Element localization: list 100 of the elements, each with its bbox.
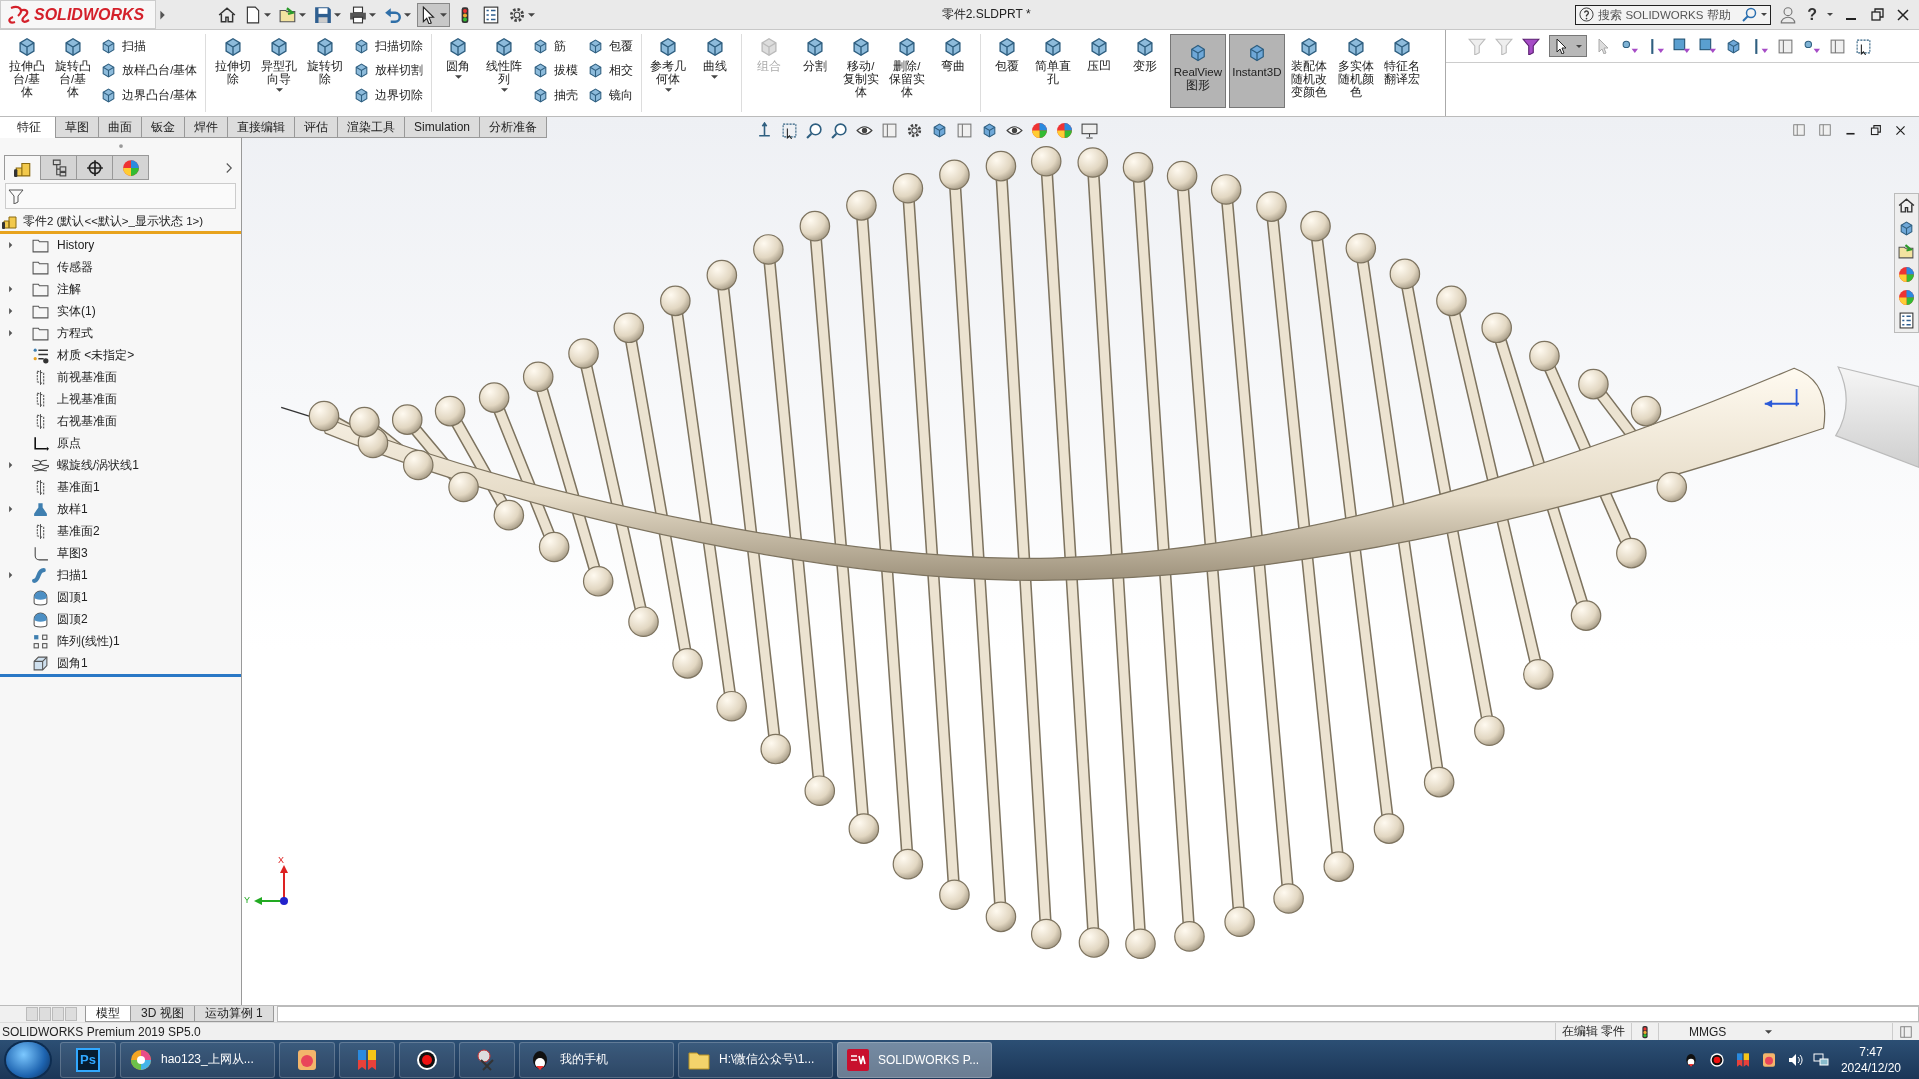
view-tool-icon[interactable]	[1081, 121, 1099, 139]
cursor-icon[interactable]	[420, 5, 438, 24]
help-button[interactable]: ?	[1807, 5, 1817, 24]
panel-tab[interactable]	[4, 155, 41, 180]
search-field[interactable]: 搜索 SOLIDWORKS 帮助	[1575, 4, 1772, 25]
close-icon[interactable]	[1894, 123, 1907, 137]
user-icon[interactable]	[1779, 5, 1798, 24]
caret-icon[interactable]	[711, 75, 718, 79]
tree-item[interactable]: 右视基准面	[57, 412, 117, 430]
caret-icon[interactable]	[440, 12, 447, 17]
ribbon-button[interactable]: 变形	[1123, 34, 1167, 108]
new-document-icon[interactable]	[244, 5, 262, 24]
view-tool-icon[interactable]	[781, 121, 799, 139]
taskbar-button[interactable]: Ps	[60, 1041, 116, 1078]
ribbon-button[interactable]: 拉伸凸台/基体	[5, 34, 49, 108]
command-tab[interactable]: Simulation	[404, 117, 481, 138]
tiles-tray-icon[interactable]	[1734, 1051, 1751, 1068]
view-tool-icon[interactable]	[906, 121, 924, 139]
tree-item[interactable]: 阵列(线性)1	[57, 632, 120, 650]
tree-item[interactable]: 放样1	[57, 500, 88, 518]
caret-icon[interactable]	[500, 88, 508, 92]
tree-item[interactable]: 实体(1)	[57, 302, 96, 320]
ribbon-button[interactable]: 边界凸台/基体	[97, 86, 201, 106]
open-folder-icon[interactable]	[279, 5, 297, 24]
tree-item[interactable]: 圆顶2	[57, 610, 88, 628]
ribbon-button[interactable]: 拉伸切除	[211, 34, 255, 108]
taskbar-button[interactable]	[459, 1041, 515, 1078]
view-tool-icon[interactable]	[806, 121, 824, 139]
ribbon-button[interactable]: 旋转切除	[303, 34, 347, 108]
command-tab[interactable]: 评估	[294, 117, 338, 138]
caret-icon[interactable]	[528, 12, 535, 17]
tree-item[interactable]: 扫描1	[57, 566, 88, 584]
close-icon[interactable]	[1895, 6, 1911, 23]
tile-right-icon[interactable]	[1818, 123, 1832, 137]
taskbar-button[interactable]: SOLIDWORKS P...	[837, 1041, 992, 1078]
toggle-button[interactable]: Instant3D	[1228, 34, 1285, 108]
ribbon-button[interactable]: 简单直孔	[1031, 34, 1075, 108]
ribbon-button[interactable]: 边界切除	[349, 86, 426, 106]
tree-item[interactable]: 原点	[57, 434, 81, 452]
search-icon[interactable]	[1741, 6, 1758, 23]
list-icon[interactable]	[482, 5, 500, 24]
ribbon-button[interactable]: 放样凸台/基体	[97, 61, 201, 81]
tile-left-icon[interactable]	[1792, 123, 1806, 137]
toggle-button[interactable]: RealView图形	[1169, 34, 1226, 108]
save-icon[interactable]	[314, 5, 332, 24]
tree-item[interactable]: 圆角1	[57, 654, 88, 672]
ribbon-button[interactable]: 分割	[793, 34, 837, 108]
command-tab[interactable]: 钣金	[141, 117, 185, 138]
clock[interactable]: 7:47 2024/12/20	[1840, 1043, 1901, 1076]
ribbon-button[interactable]: 异型孔向导	[257, 34, 301, 108]
ribbon-button[interactable]: 旋转凸台/基体	[51, 34, 95, 108]
tree-item[interactable]: 基准面2	[57, 522, 100, 540]
command-tab[interactable]: 草图	[55, 117, 99, 138]
tree-item[interactable]: History	[57, 238, 95, 252]
taskbar-button[interactable]: 我的手机	[519, 1041, 674, 1078]
taskbar-button[interactable]	[399, 1041, 455, 1078]
logo[interactable]: SOLIDWORKS	[0, 0, 156, 29]
tree-item[interactable]: 上视基准面	[57, 390, 117, 408]
ribbon-button[interactable]: 弯曲	[931, 34, 975, 108]
model-tab[interactable]: 3D 视图	[130, 1006, 195, 1022]
ribbon-button[interactable]: 扫描切除	[349, 36, 426, 56]
taskbar-button[interactable]: hao123_上网从...	[120, 1041, 275, 1078]
model-tab[interactable]: 运动算例 1	[193, 1006, 274, 1022]
panel-tab[interactable]	[76, 155, 113, 180]
ribbon-button[interactable]: 抽壳	[528, 86, 581, 106]
ribbon-button[interactable]: 压凹	[1077, 34, 1121, 108]
restore-icon[interactable]	[1869, 6, 1885, 23]
horizontal-scrollbar[interactable]	[276, 1006, 1919, 1022]
select-button[interactable]	[1549, 35, 1587, 57]
model-tab[interactable]: 模型	[85, 1006, 131, 1022]
task-pane-icon[interactable]	[1898, 197, 1915, 214]
tree-item[interactable]: 传感器	[57, 258, 93, 276]
ribbon-button[interactable]: 包覆	[583, 36, 636, 56]
network-icon[interactable]	[1812, 1051, 1829, 1068]
tree-item[interactable]: 材质 <未指定>	[57, 346, 135, 364]
taskbar-button[interactable]	[339, 1041, 395, 1078]
ribbon-button[interactable]: 参考几何体	[646, 34, 690, 108]
tree-item[interactable]: 草图3	[57, 544, 88, 562]
caret-icon[interactable]	[334, 12, 341, 17]
tree-item[interactable]: 圆顶1	[57, 588, 88, 606]
ribbon-button[interactable]: 移动/复制实体	[839, 34, 883, 108]
command-tab[interactable]: 渲染工具	[337, 117, 405, 138]
ribbon-button[interactable]: 筋	[528, 36, 581, 56]
caret-icon[interactable]	[1827, 13, 1833, 16]
ribbon-button[interactable]: 拔模	[528, 61, 581, 81]
ribbon-button[interactable]: 圆角	[436, 34, 480, 108]
command-tab[interactable]: 直接编辑	[227, 117, 295, 138]
tree-item[interactable]: 基准面1	[57, 478, 100, 496]
ribbon-button[interactable]: 包覆	[985, 34, 1029, 108]
command-tab[interactable]: 曲面	[98, 117, 142, 138]
tree-root-label[interactable]: 零件2 (默认<<默认>_显示状态 1>)	[23, 213, 204, 229]
caret-icon[interactable]	[1765, 1029, 1772, 1034]
caret-icon[interactable]	[404, 12, 411, 17]
ribbon-button[interactable]: 删除/保留实体	[885, 34, 929, 108]
ribbon-button[interactable]: 相交	[583, 61, 636, 81]
record-tray-icon[interactable]	[1708, 1051, 1725, 1068]
task-pane-icon[interactable]	[1898, 220, 1915, 237]
restore-icon[interactable]	[1869, 123, 1882, 137]
caret-icon[interactable]	[369, 12, 376, 17]
taskbar-button[interactable]: H:\微信公众号\1...	[678, 1041, 833, 1078]
